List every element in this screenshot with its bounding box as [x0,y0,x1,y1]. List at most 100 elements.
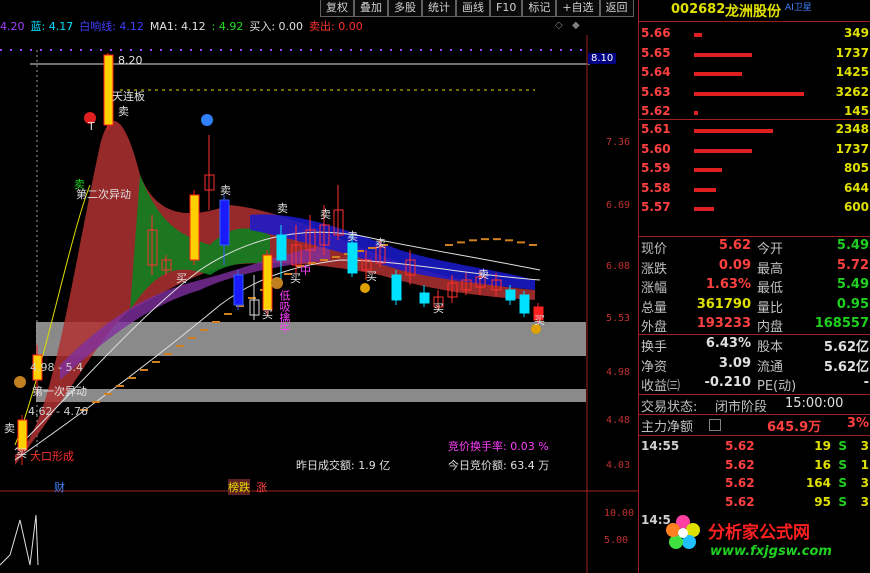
diamond-icon[interactable]: ◇ [555,20,563,31]
concept-tag[interactable]: AI卫星 [785,0,812,13]
gold-ingot-icon [360,283,370,293]
sub-tick-0: 10.00 [604,508,635,519]
buy-label-5: 买 [433,302,444,315]
auction-turnover-rate: 竞价换手率: 0.03 % [448,440,549,453]
tick-vo: 164 [805,476,831,490]
quote-v2: - [863,375,869,390]
trade-status-value: 闭市阶段 [715,400,768,415]
candle-body [419,292,430,304]
sell-label-2: 卖 [220,184,231,197]
pin-icon[interactable]: ◆ [572,20,580,31]
tick-vo: 95 [814,494,831,509]
yesterday-amount: 昨日成交额: 1.9 亿 [296,459,391,472]
ob-volume-bar [694,111,698,115]
sell-label-8: 卖 [4,422,15,435]
toolbar-button-4[interactable]: 画线 [456,0,490,17]
indicator-value-1: 蓝: 4.17 [30,20,74,33]
tick-tm: 14:55 [641,439,680,453]
bids-row-4: 5.57 600 [639,200,870,219]
price-tick-0: 8.10 [588,53,617,64]
ob-price: 5.58 [641,180,671,195]
quote-v1: 0.09 [718,257,751,273]
tianlianban-label: 天连板 [112,90,145,103]
tick-row: 5.62 16 S 1 [639,458,870,477]
flag-bangdie[interactable]: 榜跌 [228,479,250,495]
quote-v1: 1.63% [705,277,751,292]
ob-volume-bar [694,168,722,172]
ob-price: 5.63 [641,84,671,99]
blue-ball-icon [201,114,213,126]
quotes-row-4: 外盘 193233 内盘 168557 [639,316,870,335]
watermark-site: 分析家公式网 [708,523,810,543]
list-icon[interactable] [709,419,721,431]
quote-v2: 5.62亿 [823,359,869,375]
quotes2-row-1: 净资 3.09 流通 5.62亿 [639,356,870,375]
asks-row-4: 5.62 145 [639,104,870,123]
quote-v1: 3.09 [718,355,751,371]
money-bag-icon [14,376,26,388]
buy-label-3: 买 [290,272,301,285]
indicator-value-2: 白响线: 4.12 [79,20,144,33]
quote-k2: 最高 [757,261,784,277]
ob-volume-bar [694,33,702,37]
quote-k2: 今开 [757,242,784,257]
sub-tick-1: 5.00 [604,535,629,546]
quotes-row-1: 涨跌 0.09 最高 5.72 [639,258,870,277]
tick-pr: 5.62 [725,439,755,453]
ob-price: 5.60 [641,141,671,156]
buy-label-4: 买 [366,270,377,283]
quote-k1: 收益㈢ [641,379,681,394]
flag-cai[interactable]: 财 [54,479,65,495]
price-tick-3: 6.08 [606,261,631,272]
ob-volume-bar [694,52,752,57]
toolbar-button-0[interactable]: 复权 [320,0,354,17]
toolbar-button-7[interactable]: +自选 [556,0,600,17]
toolbar-button-6[interactable]: 标记 [522,0,557,17]
tick-row: 14:55 5.62 19 S 3 [639,439,870,458]
candle-body [189,194,200,261]
quote-v2: 168557 [814,316,869,331]
buy-label-2: 买 [262,308,273,321]
tick-ex: 1 [860,457,869,472]
chart-toolbar: 复权 叠加 多股 统计 画线 F10 标记 +自选 返回 [320,0,634,17]
toolbar-button-1[interactable]: 叠加 [354,0,388,17]
ob-volume: 805 [843,161,869,175]
flag-zhang[interactable]: 涨 [256,479,267,495]
support-zone-lower [36,389,586,402]
bids-row-1: 5.60 1737 [639,142,870,161]
candle-body [391,274,402,301]
sub-indicator-line [0,514,39,566]
sell-label-6: 卖 [375,237,386,250]
candle-body [262,254,273,311]
quote-k1: 现价 [641,242,668,257]
quote-k2: 股本 [757,340,784,355]
ob-volume: 3262 [835,84,869,99]
kline-chart[interactable] [0,35,638,573]
range-low2-label: 4.62 - 4.76 [28,405,88,418]
money-bag-icon-2 [271,277,283,289]
toolbar-button-5[interactable]: F10 [490,0,523,17]
toolbar-button-8[interactable]: 返回 [599,0,634,17]
sell-label-1: 卖 [118,105,129,118]
buy-label-7: 买 [16,447,27,460]
toolbar-button-3[interactable]: 统计 [422,0,456,17]
indicator-value-6: 卖出: 0.00 [309,20,363,33]
quote-k2: 量比 [757,300,784,316]
quote-k1: 净资 [641,359,668,375]
ob-volume: 1737 [835,141,869,156]
quotes-row-0: 现价 5.62 今开 5.49 [639,238,870,257]
stock-code: 002682 [671,2,726,17]
indicator-readout: 4.20 蓝: 4.17 白响线: 4.12 MA1: 4.12: 4.92 买入: 0… [0,18,590,35]
toolbar-button-2[interactable]: 多股 [388,0,422,17]
mainforce-pct: 3% [846,416,869,431]
ob-volume-bar [694,72,742,76]
price-tick-1: 7.36 [606,137,631,148]
candle-body [347,242,358,274]
flower-logo-icon [665,514,701,550]
quote-k2: 最低 [757,281,784,296]
quotes-row-3: 总量 361790 量比 0.95 [639,297,870,316]
sell-label-green: 卖 [74,178,85,191]
mainforce-value: 645.9万 [767,420,822,435]
asks-row-2: 5.64 1425 [639,65,870,84]
quote-v1: 5.62 [718,238,751,253]
